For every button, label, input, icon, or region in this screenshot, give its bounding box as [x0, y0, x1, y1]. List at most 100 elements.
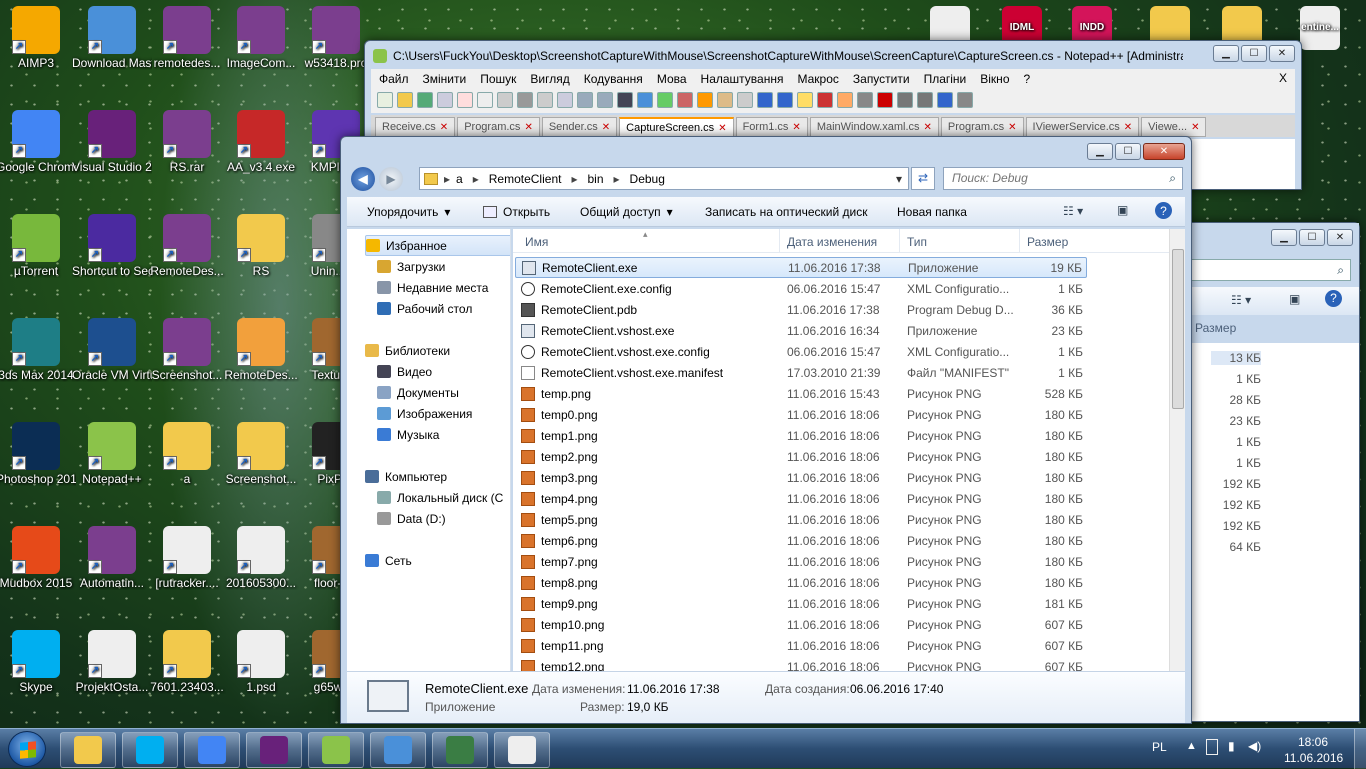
- toolbar-button-icon[interactable]: [897, 92, 913, 108]
- toolbar-button-icon[interactable]: [437, 92, 453, 108]
- taskbar-document-button[interactable]: [494, 732, 550, 768]
- organize-button[interactable]: Упорядочить ▾: [367, 205, 450, 219]
- file-row[interactable]: temp1.png 11.06.2016 18:06 Рисунок PNG 180 …: [515, 425, 1087, 446]
- breadcrumb-chevron-icon[interactable]: ▸: [473, 172, 479, 186]
- file-row[interactable]: temp8.png 11.06.2016 18:06 Рисунок PNG 180 …: [515, 572, 1087, 593]
- address-bar[interactable]: ▸ a ▸ RemoteClient ▸ bin ▸ Debug ▾: [419, 167, 909, 190]
- refresh-icon[interactable]: ⇄: [911, 167, 935, 190]
- desktop-icon[interactable]: ↗ RemoteDes...: [147, 214, 227, 278]
- desktop-icon[interactable]: ↗ Shortcut to SecureDow...: [72, 214, 152, 278]
- desktop-icon[interactable]: ↗ AA_v3.4.exe: [221, 110, 301, 174]
- file-row[interactable]: RemoteClient.exe.config 06.06.2016 15:47 X…: [515, 278, 1087, 299]
- notepad-tab[interactable]: Sender.cs ✕: [541, 117, 618, 137]
- taskbar-visual-studio-button[interactable]: [246, 732, 302, 768]
- nav-group[interactable]: Сеть: [365, 550, 510, 571]
- desktop-icon[interactable]: ↗ Visual Studio 2015: [72, 110, 152, 174]
- toolbar-button-icon[interactable]: [417, 92, 433, 108]
- file-row[interactable]: RemoteClient.vshost.exe.config 06.06.2016…: [515, 341, 1087, 362]
- desktop-icon[interactable]: ↗ a: [147, 422, 227, 486]
- nav-item[interactable]: Локальный диск (C: [377, 487, 510, 508]
- column-name[interactable]: Имя: [525, 235, 548, 249]
- file-row[interactable]: temp12.png 11.06.2016 18:06 Рисунок PNG 607…: [515, 656, 1087, 671]
- share-button[interactable]: Общий доступ ▾: [580, 205, 673, 219]
- desktop-icon[interactable]: ↗ Skype: [0, 630, 76, 694]
- scrollbar-thumb[interactable]: [1172, 249, 1184, 409]
- notepad-tab[interactable]: Viewe... ✕: [1141, 117, 1207, 137]
- tab-close-icon[interactable]: ✕: [1124, 122, 1132, 133]
- file-row[interactable]: temp3.png 11.06.2016 18:06 Рисунок PNG 180 …: [515, 467, 1087, 488]
- desktop-icon[interactable]: ↗ RemoteDes...: [221, 318, 301, 382]
- desktop-icon[interactable]: ↗ RS: [221, 214, 301, 278]
- minimize-icon[interactable]: ▁: [1087, 143, 1113, 160]
- maximize-icon[interactable]: ☐: [1241, 45, 1267, 62]
- toolbar-button-icon[interactable]: [637, 92, 653, 108]
- file-row[interactable]: temp4.png 11.06.2016 18:06 Рисунок PNG 180 …: [515, 488, 1087, 509]
- explorer-window-background[interactable]: ▁ ☐ ✕ ⌕ ☷ ▾ ▣ ? Размер 13 КБ 1 КБ 28 КБ 23 …: [1170, 222, 1360, 722]
- nav-item[interactable]: Рабочий стол: [377, 298, 510, 319]
- breadcrumb-item[interactable]: Debug: [630, 172, 665, 186]
- file-row[interactable]: temp7.png 11.06.2016 18:06 Рисунок PNG 180 …: [515, 551, 1087, 572]
- help-icon[interactable]: ?: [1325, 290, 1342, 307]
- tab-close-icon[interactable]: ✕: [924, 122, 932, 133]
- column-size[interactable]: Размер: [1027, 235, 1068, 249]
- toolbar-button-icon[interactable]: [757, 92, 773, 108]
- burn-button[interactable]: Записать на оптический диск: [705, 205, 868, 219]
- desktop-icon[interactable]: ↗ Notepad++: [72, 422, 152, 486]
- file-row[interactable]: temp0.png 11.06.2016 18:06 Рисунок PNG 180 …: [515, 404, 1087, 425]
- column-type[interactable]: Тип: [907, 235, 927, 249]
- desktop-icon[interactable]: ↗ Google Chrome: [0, 110, 76, 174]
- taskbar-skype-button[interactable]: [122, 732, 178, 768]
- maximize-icon[interactable]: ☐: [1299, 229, 1325, 246]
- tab-close-icon[interactable]: ✕: [718, 123, 726, 134]
- column-divider[interactable]: [779, 229, 780, 253]
- file-row[interactable]: temp10.png 11.06.2016 18:06 Рисунок PNG 607…: [515, 614, 1087, 635]
- minimize-icon[interactable]: ▁: [1213, 45, 1239, 62]
- file-row[interactable]: RemoteClient.vshost.exe.manifest 17.03.20…: [515, 362, 1087, 383]
- open-button[interactable]: Открыть: [483, 205, 550, 219]
- toolbar-button-icon[interactable]: [837, 92, 853, 108]
- taskbar-chrome-button[interactable]: [184, 732, 240, 768]
- file-row[interactable]: temp.png 11.06.2016 15:43 Рисунок PNG 528 К…: [515, 383, 1087, 404]
- vertical-scrollbar[interactable]: [1169, 229, 1185, 671]
- column-divider[interactable]: [899, 229, 900, 253]
- desktop-icon[interactable]: ↗ RS.rar: [147, 110, 227, 174]
- notepad-tab[interactable]: Program.cs ✕: [457, 117, 540, 137]
- nav-item[interactable]: Загрузки: [377, 256, 510, 277]
- toolbar-button-icon[interactable]: [497, 92, 513, 108]
- tab-close-icon[interactable]: ✕: [440, 122, 448, 133]
- desktop-icon[interactable]: ↗ AIMP3: [0, 6, 76, 70]
- desktop-icon[interactable]: ↗ 3ds Max 2014: [0, 318, 76, 382]
- explorer2-search[interactable]: ⌕: [1191, 259, 1351, 281]
- desktop-icon[interactable]: ↗ Oracle VM VirtualBox: [72, 318, 152, 382]
- notepad-menu-item[interactable]: Змінити: [423, 72, 467, 86]
- toolbar-button-icon[interactable]: [457, 92, 473, 108]
- notepad-menu-item[interactable]: Кодування: [584, 72, 643, 86]
- toolbar-button-icon[interactable]: [517, 92, 533, 108]
- nav-group[interactable]: Избранное: [365, 235, 510, 256]
- toolbar-button-icon[interactable]: [857, 92, 873, 108]
- maximize-icon[interactable]: ☐: [1115, 143, 1141, 160]
- breadcrumb-chevron-icon[interactable]: ▸: [614, 172, 620, 186]
- desktop-icon[interactable]: ↗ Mudbox 2015: [0, 526, 76, 590]
- breadcrumb-item[interactable]: RemoteClient: [489, 172, 562, 186]
- show-desktop-button[interactable]: [1354, 729, 1366, 769]
- notepad-menu-item[interactable]: Вікно: [980, 72, 1009, 86]
- nav-item[interactable]: Видео: [377, 361, 510, 382]
- column-date[interactable]: Дата изменения: [787, 235, 877, 249]
- notepad-menu-item[interactable]: Макрос: [797, 72, 838, 86]
- preview-pane-icon[interactable]: ▣: [1289, 292, 1300, 306]
- toolbar-button-icon[interactable]: [377, 92, 393, 108]
- desktop-icon[interactable]: ↗ µTorrent: [0, 214, 76, 278]
- tab-close-icon[interactable]: ✕: [792, 122, 800, 133]
- notepad-close-doc-button[interactable]: X: [1279, 71, 1287, 85]
- nav-item[interactable]: Изображения: [377, 403, 510, 424]
- file-row[interactable]: RemoteClient.vshost.exe 11.06.2016 16:34 П…: [515, 320, 1087, 341]
- notepad-menu-item[interactable]: Плагіни: [924, 72, 967, 86]
- nav-item[interactable]: Data (D:): [377, 508, 510, 529]
- toolbar-button-icon[interactable]: [537, 92, 553, 108]
- taskbar-explorer-button[interactable]: [60, 732, 116, 768]
- notepad-tab[interactable]: Program.cs ✕: [940, 117, 1024, 137]
- file-row[interactable]: temp9.png 11.06.2016 18:06 Рисунок PNG 181 …: [515, 593, 1087, 614]
- desktop-icon[interactable]: ↗ Screenshot...: [147, 318, 227, 382]
- tab-close-icon[interactable]: ✕: [602, 122, 610, 133]
